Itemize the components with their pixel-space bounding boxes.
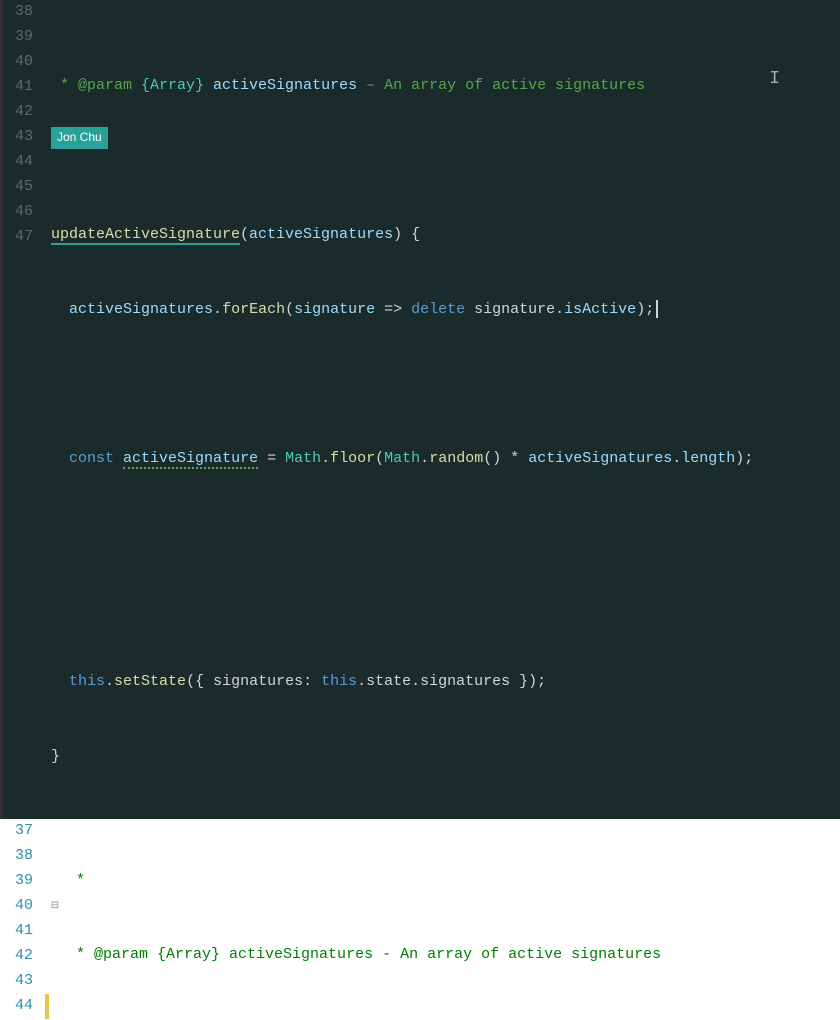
method-name: setState — [114, 673, 186, 690]
jsdoc-tag: @param — [94, 946, 148, 963]
code-area-light[interactable]: * * @param {Array} activeSignatures - An… — [61, 819, 840, 1020]
builtin: Math — [384, 450, 420, 467]
variable-unused: activeSignature — [123, 450, 258, 469]
fold-gutter: ⊟ └ — [49, 819, 61, 1020]
line-number: 45 — [3, 175, 33, 200]
comment-text: * — [67, 872, 85, 889]
parameter: signature — [294, 301, 375, 318]
comment-text: {Array} activeSignatures - An array of a… — [148, 946, 661, 963]
jsdoc-tag: @param — [78, 77, 132, 94]
code-text: .state.signatures }); — [357, 673, 546, 690]
operator: = — [258, 450, 285, 467]
blank-line — [51, 599, 60, 616]
punctuation: ( — [240, 226, 249, 243]
punctuation: () — [483, 450, 501, 467]
code-line[interactable]: * @param {Array} activeSignatures – An a… — [51, 74, 840, 99]
line-number: 38 — [3, 0, 33, 25]
punctuation: . — [321, 450, 330, 467]
indent — [51, 301, 69, 318]
line-number: 39 — [0, 869, 33, 894]
collaborator-badge[interactable]: Jon Chu — [51, 127, 108, 149]
code-line[interactable]: updateActiveSignature(activeSignatures) … — [51, 223, 840, 248]
line-number: 44 — [3, 150, 33, 175]
code-line[interactable]: } — [51, 745, 840, 770]
method-name: forEach — [222, 301, 285, 318]
line-number: 43 — [3, 125, 33, 150]
jsdoc-param: activeSignatures — [213, 77, 357, 94]
parameter: activeSignatures — [249, 226, 393, 243]
operator: * — [501, 450, 528, 467]
fold-toggle-icon[interactable]: ⊟ — [49, 894, 61, 919]
line-number: 44 — [0, 994, 33, 1019]
line-number: 37 — [0, 819, 33, 844]
comment-text: – An array of active signatures — [357, 77, 645, 94]
punctuation: ) { — [393, 226, 420, 243]
code-line[interactable] — [51, 596, 840, 621]
keyword: delete — [411, 301, 465, 318]
line-number: 38 — [0, 844, 33, 869]
identifier: activeSignatures — [528, 450, 672, 467]
code-line[interactable] — [51, 521, 840, 546]
keyword: this — [69, 673, 105, 690]
punctuation: . — [672, 450, 681, 467]
editor-pane-dark[interactable]: 38 39 40 41 42 43 44 45 46 47 I * @param… — [0, 0, 840, 819]
keyword: this — [321, 673, 357, 690]
code-line[interactable]: Jon Chu — [51, 149, 840, 174]
code-line[interactable]: activeSignatures.forEach(signature => de… — [51, 298, 840, 323]
line-number-gutter: 38 39 40 41 42 43 44 45 46 47 — [0, 0, 45, 819]
punctuation: ( — [375, 450, 384, 467]
punctuation: ); — [636, 301, 654, 318]
blank-line — [123, 201, 132, 218]
punctuation: . — [213, 301, 222, 318]
code-text: signature. — [465, 301, 564, 318]
code-text: ({ signatures: — [186, 673, 321, 690]
code-line[interactable]: * @param {Array} activeSignatures - An a… — [67, 943, 840, 968]
arrow: => — [375, 301, 411, 318]
keyword: const — [69, 450, 114, 467]
line-number: 40 — [3, 50, 33, 75]
line-number: 41 — [3, 75, 33, 100]
punctuation: . — [420, 450, 429, 467]
line-number: 41 — [0, 919, 33, 944]
line-number: 45 — [0, 1019, 33, 1020]
line-number: 42 — [0, 944, 33, 969]
blank-line — [51, 375, 60, 392]
code-line[interactable]: this.setState({ signatures: this.state.s… — [51, 670, 840, 695]
space — [114, 450, 123, 467]
caret-icon — [656, 300, 658, 318]
split-editor: 38 39 40 41 42 43 44 45 46 47 I * @param… — [0, 0, 840, 510]
line-number: 39 — [3, 25, 33, 50]
function-name: updateActiveSignature — [51, 226, 240, 245]
property: isActive — [564, 301, 636, 318]
comment-text: * — [67, 946, 94, 963]
code-line[interactable]: */ — [67, 1018, 840, 1020]
jsdoc-type: {Array} — [132, 77, 213, 94]
line-number: 42 — [3, 100, 33, 125]
indent — [51, 450, 69, 467]
comment-text: * — [51, 77, 78, 94]
blank-line — [51, 524, 60, 541]
property: length — [681, 450, 735, 467]
editor-pane-light[interactable]: 37 38 39 40 41 42 43 44 45 46 47 48 ⊟ └ … — [0, 819, 840, 1020]
line-number-gutter: 37 38 39 40 41 42 43 44 45 46 47 48 — [0, 819, 45, 1020]
punctuation: . — [105, 673, 114, 690]
punctuation: ( — [285, 301, 294, 318]
builtin: Math — [285, 450, 321, 467]
indent — [51, 673, 69, 690]
line-number: 47 — [3, 225, 33, 250]
punctuation: } — [51, 748, 60, 765]
code-area-dark[interactable]: I * @param {Array} activeSignatures – An… — [45, 0, 840, 819]
line-number: 40 — [0, 894, 33, 919]
code-line[interactable] — [51, 372, 840, 397]
code-line[interactable]: * — [67, 869, 840, 894]
code-line[interactable]: const activeSignature = Math.floor(Math.… — [51, 447, 840, 472]
method-name: random — [429, 450, 483, 467]
punctuation: ); — [735, 450, 753, 467]
identifier: activeSignatures — [69, 301, 213, 318]
line-number: 43 — [0, 969, 33, 994]
line-number: 46 — [3, 200, 33, 225]
method-name: floor — [330, 450, 375, 467]
